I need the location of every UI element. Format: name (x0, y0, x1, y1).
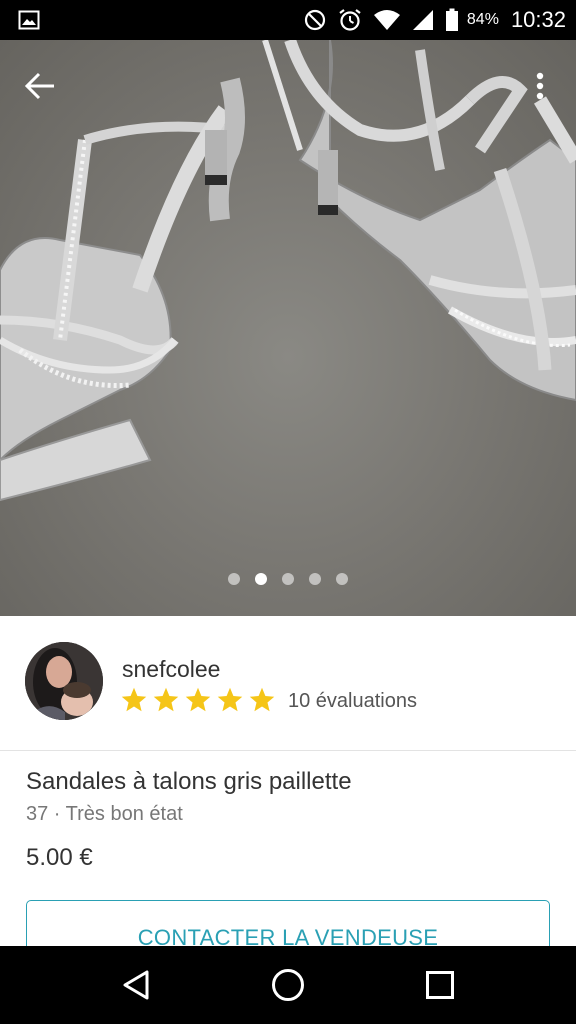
star-icon (185, 687, 211, 712)
battery-percentage: 84% (466, 11, 499, 28)
triangle-back-icon (123, 970, 149, 1000)
product-photo (0, 40, 576, 502)
star-icon (217, 687, 243, 712)
status-bar: 84% 10:32 (0, 0, 576, 40)
more-vertical-icon (536, 72, 544, 100)
battery-icon (445, 8, 459, 32)
carousel-indicator (0, 573, 576, 585)
arrow-left-icon (24, 72, 54, 100)
item-size-condition: 37 · Très bon état (26, 803, 183, 825)
seller-username[interactable]: snefcolee (122, 656, 220, 683)
reviews-count[interactable]: 10 évaluations (288, 690, 417, 713)
square-recents-icon (426, 971, 454, 999)
nav-recents-button[interactable] (410, 955, 470, 1015)
circle-home-icon (272, 969, 304, 1001)
more-options-button[interactable] (518, 64, 562, 108)
gallery-notification-icon (18, 10, 40, 30)
seller-card[interactable]: snefcolee 10 évaluations (0, 616, 576, 751)
nav-back-button[interactable] (106, 955, 166, 1015)
nav-home-button[interactable] (258, 955, 318, 1015)
seller-avatar[interactable] (25, 642, 103, 720)
system-navigation-bar (0, 946, 576, 1024)
carousel-dot-active[interactable] (255, 573, 267, 585)
cell-signal-icon (411, 9, 435, 31)
product-photo-carousel[interactable] (0, 40, 576, 616)
back-button[interactable] (18, 64, 62, 108)
wifi-icon (373, 9, 401, 31)
item-price: 5.00 € (26, 844, 93, 871)
alarm-icon (337, 7, 363, 33)
seller-rating (120, 686, 276, 714)
carousel-dot[interactable] (282, 573, 294, 585)
do-not-disturb-icon (303, 8, 327, 32)
carousel-dot[interactable] (228, 573, 240, 585)
star-icon (249, 687, 275, 712)
clock: 10:32 (510, 7, 566, 32)
item-title: Sandales à talons gris paillette (26, 768, 352, 795)
star-icon (121, 687, 147, 712)
star-icon (153, 687, 179, 712)
carousel-dot[interactable] (336, 573, 348, 585)
carousel-dot[interactable] (309, 573, 321, 585)
